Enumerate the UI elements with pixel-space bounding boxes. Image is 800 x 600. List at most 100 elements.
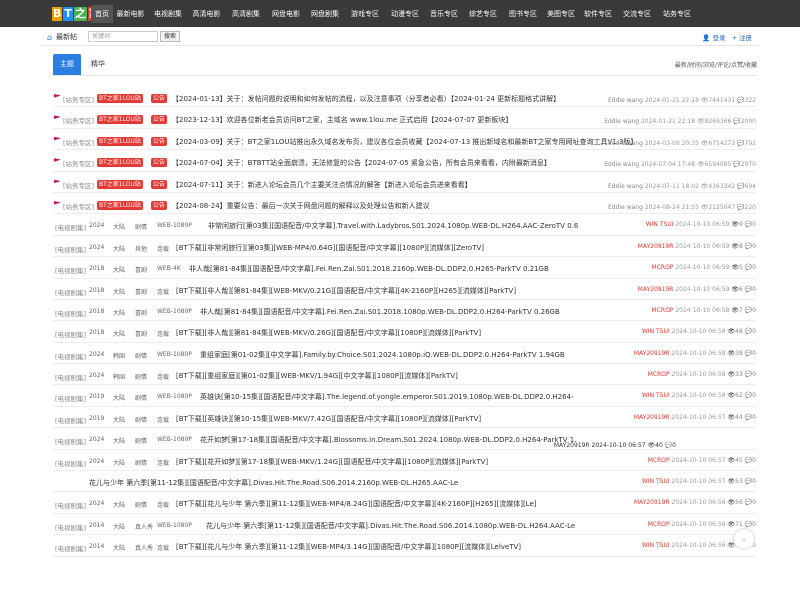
thread-tag[interactable]: 其他 [135, 244, 147, 253]
author-name[interactable]: WIN TSUI [642, 478, 670, 485]
thread-tag[interactable]: 喜剧 [135, 287, 147, 296]
sticky-thread-row[interactable]: [站务专区] BT之家1LOU站 公告 【2024-07-04】关于：BTBTT站全面… [53, 150, 756, 172]
category-label[interactable]: [电视剧集] [55, 222, 86, 232]
notice-badge[interactable]: 公告 [151, 136, 168, 146]
thread-tag[interactable]: 韩国 [113, 372, 125, 381]
author-name[interactable]: WIN TSUI [642, 328, 670, 335]
nav-item[interactable]: 电视剧集 [148, 5, 188, 23]
author-name[interactable]: Eddie wang [608, 140, 643, 147]
thread-title[interactable]: 【2024-03-09】关于：BT之家1LOU站推出永久域名发布页，建议各位会员… [172, 137, 637, 147]
thread-tag[interactable]: 2019 [89, 393, 104, 400]
thread-title[interactable]: 非人哉[第81-84集][国语配音/中文字幕].Fei.Ren.Zai.S01.… [200, 307, 560, 317]
author-name[interactable]: WIN TSUI [646, 221, 674, 228]
thread-row[interactable]: [电视剧集] 2024 大陆 剧情 连载 [BT下载][花开如梦][第17-18集][WE… [53, 450, 756, 472]
thread-title[interactable]: [BT下载][重组家庭][第01-02集][WEB-MKV/1.94G][中文字… [176, 371, 458, 381]
sticky-thread-row[interactable]: [站务专区] BT之家1LOU站 公告 【2023-12-13】欢迎各位新老会员访问B… [53, 107, 756, 129]
author-name[interactable]: MCROP [648, 457, 670, 464]
thread-title[interactable]: [BT下载][非人哉][第81-84集][WEB-MKV/0.26G][国语配音… [176, 328, 481, 338]
thread-title[interactable]: 重组家庭[第01-02集][中文字幕].Family.by.Choice.S01… [200, 350, 565, 360]
thread-tag[interactable]: WEB-1080P [157, 308, 192, 315]
category-label[interactable]: [电视剧集] [55, 372, 86, 382]
thread-row[interactable]: [电视剧集] 2019 大陆 剧情 WEB-1080P 英雄诀[第10-15集][国语配音… [53, 385, 756, 407]
thread-tag[interactable]: 连载 [157, 415, 169, 424]
category-label[interactable]: [电视剧集] [55, 351, 86, 361]
thread-tag[interactable]: 2018 [89, 308, 104, 315]
thread-tag[interactable]: 真人秀 [135, 522, 153, 531]
thread-tag[interactable]: 喜剧 [135, 265, 147, 274]
category-label[interactable]: [站务专区] [63, 180, 94, 190]
site-logo[interactable]: BT之家 [52, 7, 101, 21]
author-name[interactable]: Eddie wang [604, 161, 639, 168]
author-name[interactable]: WIN TSUI [642, 392, 670, 399]
thread-tag[interactable]: 大陆 [113, 522, 125, 531]
nav-item[interactable]: 首页 [91, 5, 113, 23]
thread-tag[interactable]: 大陆 [113, 265, 125, 274]
nav-item[interactable]: 软件专区 [579, 5, 617, 23]
category-label[interactable]: [电视剧集] [55, 522, 86, 532]
thread-tag[interactable]: 剧情 [135, 351, 147, 360]
author-name[interactable]: MCROP [652, 307, 674, 314]
thread-row[interactable]: [电视剧集] 2019 大陆 剧情 连载 [BT下载][英雄诀][第10-15集][WEB… [53, 407, 756, 429]
thread-row[interactable]: [电视剧集] 2024 大陆 剧情 连载 [BT下载][花儿与少年 第六季][第11-12… [53, 492, 756, 514]
thread-tag[interactable]: 剧情 [135, 458, 147, 467]
thread-tag[interactable]: 2024 [89, 500, 104, 507]
author-name[interactable]: MCROP [648, 371, 670, 378]
category-label[interactable]: [电视剧集] [55, 436, 86, 446]
nav-item[interactable]: 最新电影 [113, 5, 148, 23]
thread-tag[interactable]: WEB-1080P [157, 351, 192, 358]
thread-tag[interactable]: 2024 [89, 244, 104, 251]
thread-row[interactable]: [电视剧集] 2014 大陆 真人秀 WEB-1080P 花儿与少年 第六季[第11-12… [53, 514, 756, 536]
thread-tag[interactable]: 2014 [89, 543, 104, 550]
thread-tag[interactable]: 连载 [157, 287, 169, 296]
nav-item[interactable]: 高清电影 [188, 5, 225, 23]
author-name[interactable]: WIN TSUI [642, 542, 670, 549]
thread-row[interactable]: [电视剧集] 2018 大陆 喜剧 连载 [BT下载][非人哉][第81-84集][WEB… [53, 321, 756, 343]
thread-row[interactable]: [电视剧集] 2024 韩国 剧情 连载 [BT下载][重组家庭][第01-02集][WE… [53, 364, 756, 386]
thread-title[interactable]: 花开如梦[第17-18集][国语配音/中文字幕].Blossoms.in.Dre… [200, 435, 576, 445]
author-name[interactable]: MCROP [648, 521, 670, 528]
author-name[interactable]: MAY20919R [634, 499, 670, 506]
category-label[interactable]: [站务专区] [63, 137, 94, 147]
category-label[interactable]: [电视剧集] [55, 329, 86, 339]
category-label[interactable]: [电视剧集] [55, 543, 86, 553]
thread-tag[interactable]: 喜剧 [135, 308, 147, 317]
site-badge[interactable]: BT之家1LOU站 [97, 136, 143, 146]
author-name[interactable]: Eddie wang [608, 97, 643, 104]
nav-item[interactable]: 综艺专区 [463, 5, 503, 23]
thread-title[interactable]: 【2024-07-11】关于：新进入论坛会员几个主要关注点情况的解答【新进入论坛… [172, 180, 472, 190]
thread-tag[interactable]: 大陆 [113, 244, 125, 253]
thread-tag[interactable]: WEB-1080P [157, 393, 192, 400]
thread-tag[interactable]: 大陆 [113, 543, 125, 552]
site-badge[interactable]: BT之家1LOU站 [97, 115, 143, 125]
thread-tag[interactable]: 2024 [89, 351, 104, 358]
thread-tag[interactable]: 连载 [157, 244, 169, 253]
nav-item[interactable]: 交流专区 [617, 5, 657, 23]
thread-title[interactable]: [BT下载][非常闲旅行][第03集][WEB-MP4/0.64G][国语配音/… [176, 243, 484, 253]
thread-tag[interactable]: 大陆 [113, 308, 125, 317]
sticky-thread-row[interactable]: [站务专区] BT之家1LOU站 公告 【2024-07-11】关于：新进入论坛会员几… [53, 172, 756, 193]
author-name[interactable]: MAY20919R [554, 442, 590, 449]
thread-row[interactable]: [电视剧集] 2018 大陆 喜剧 连载 [BT下载][非人哉][第81-84集][WEB… [53, 279, 756, 300]
thread-tag[interactable]: 剧情 [135, 222, 147, 231]
thread-tag[interactable]: 2018 [89, 287, 104, 294]
thread-row[interactable]: [电视剧集] 2014 大陆 真人秀 连载 [BT下载][花儿与少年 第六季][第11-1… [53, 535, 756, 557]
thread-title[interactable]: [BT下载][花儿与少年 第六季][第11-12集][WEB-MP4/3.14G… [176, 542, 521, 552]
category-label[interactable]: [电视剧集] [55, 500, 86, 510]
thread-tag[interactable]: 连载 [157, 543, 169, 552]
thread-title[interactable]: 【2024-08-24】重要公告：最后一次关于网盘问题的解释以及处理公告和新人建… [172, 201, 430, 211]
thread-tag[interactable]: 大陆 [113, 222, 125, 231]
nav-item[interactable]: 游戏专区 [345, 5, 385, 23]
category-label[interactable]: [站务专区] [63, 115, 94, 125]
thread-tag[interactable]: 连载 [157, 500, 169, 509]
category-label[interactable]: [站务专区] [63, 158, 94, 168]
search-input[interactable]: 关键词 [88, 31, 158, 42]
thread-tag[interactable]: 2024 [89, 458, 104, 465]
nav-item[interactable]: 站务专区 [657, 5, 697, 23]
author-name[interactable]: Eddie wang [608, 183, 643, 190]
thread-row[interactable]: 花儿与少年 第六季[第11-12集][国语配音/中文字幕].Divas.Hit.… [53, 471, 756, 493]
thread-tag[interactable]: 2024 [89, 436, 104, 443]
thread-tag[interactable]: 2014 [89, 522, 104, 529]
thread-row[interactable]: [电视剧集] 2024 大陆 剧情 WEB-1080P 非常闲旅行[第03集][国语配音/… [53, 214, 756, 236]
thread-tag[interactable]: 2019 [89, 415, 104, 422]
category-label[interactable]: [电视剧集] [55, 308, 86, 318]
